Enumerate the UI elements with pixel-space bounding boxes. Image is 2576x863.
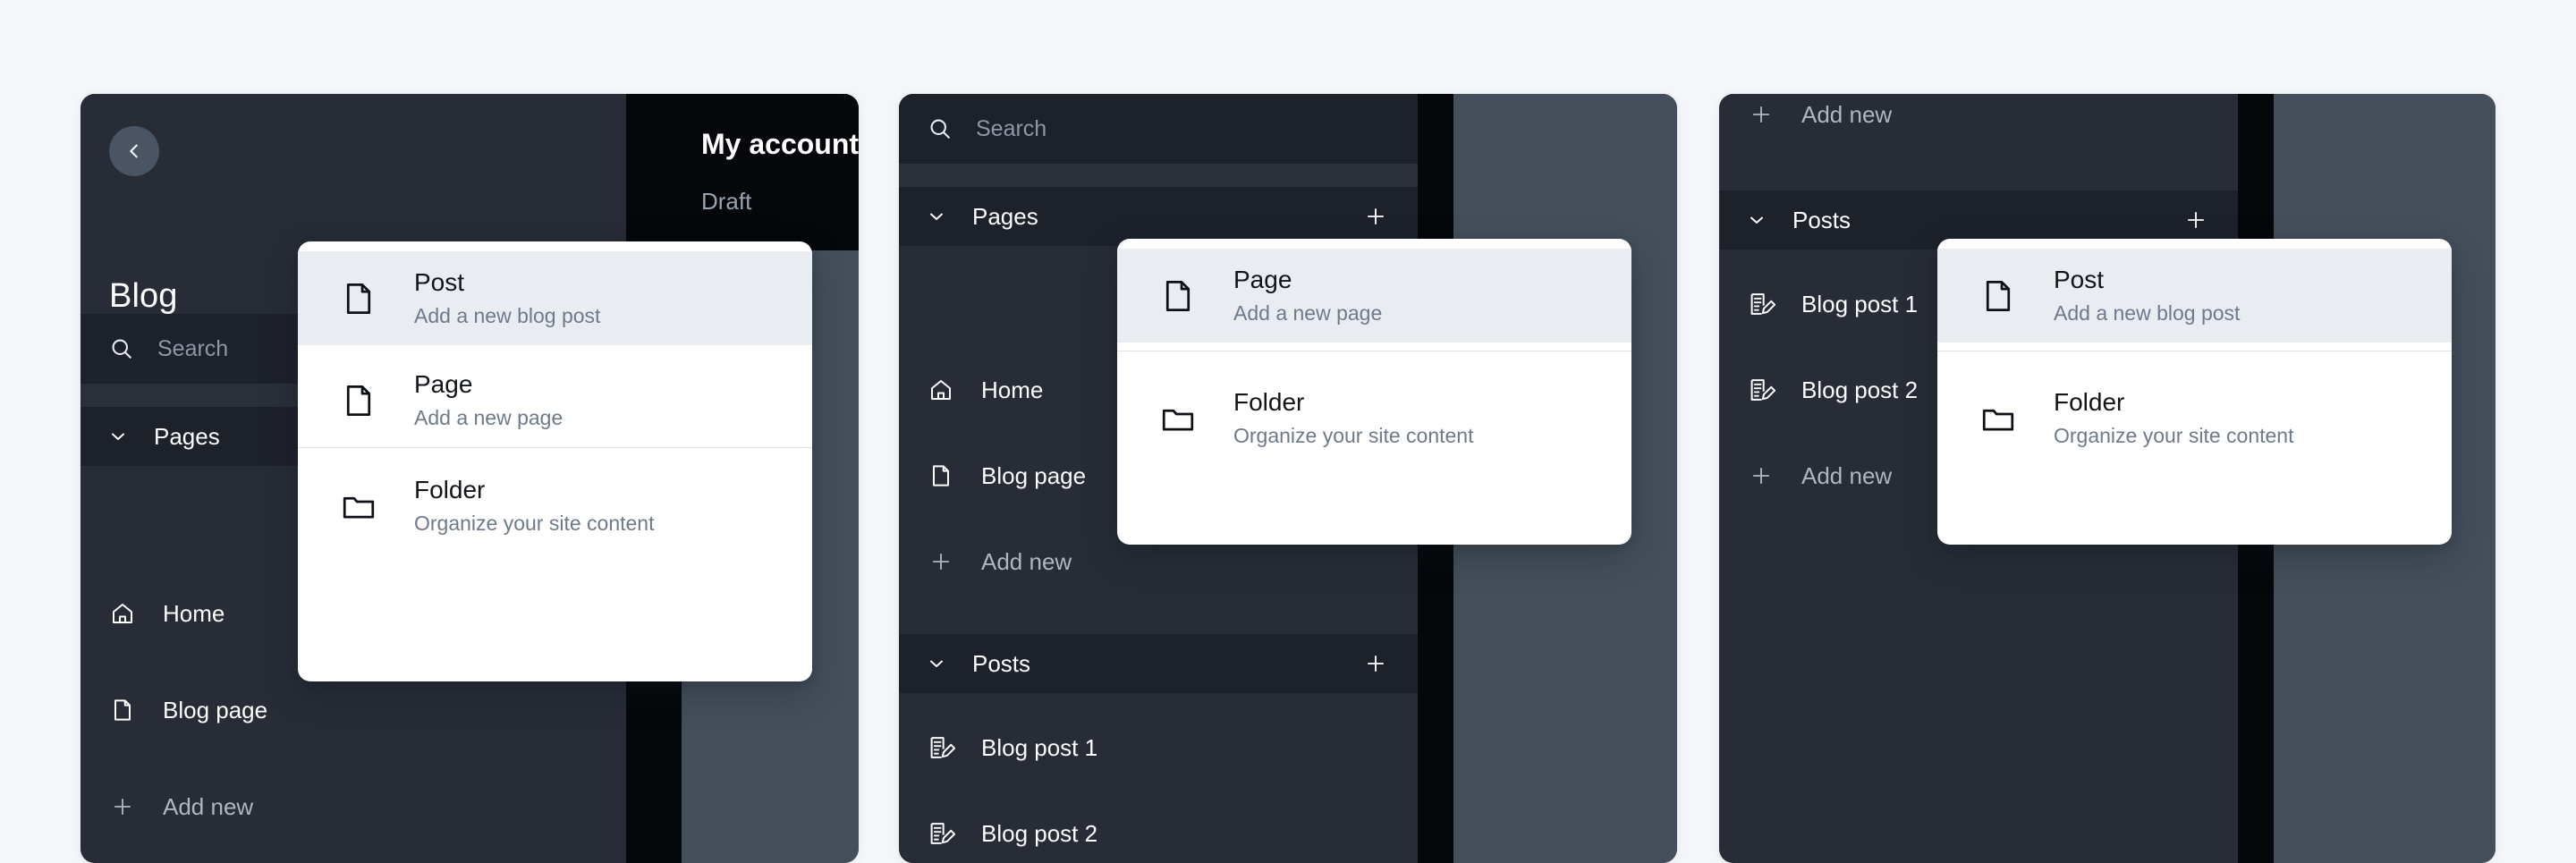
sidebar-item-label: Blog post 1 bbox=[981, 733, 1098, 761]
menu-item-title: Folder bbox=[414, 476, 486, 504]
chevron-down-icon[interactable] bbox=[926, 653, 947, 674]
post-edit-icon bbox=[926, 733, 956, 762]
sidebar-item-blog-post-2[interactable]: Blog post 2 bbox=[899, 806, 1418, 861]
post-edit-icon bbox=[1746, 376, 1776, 404]
sidebar-item-label: Home bbox=[981, 376, 1044, 403]
add-new-menu-panel3[interactable]: Post Add a new blog post Folder Organize… bbox=[1937, 239, 2452, 545]
section-label: Pages bbox=[154, 422, 220, 450]
menu-spacer bbox=[1937, 343, 2452, 351]
section-label: Posts bbox=[1792, 206, 1852, 233]
account-status: Draft bbox=[701, 188, 752, 215]
panel2-divider-band bbox=[899, 164, 1418, 187]
sidebar-item-label: Blog post 1 bbox=[1801, 290, 1919, 317]
plus-icon bbox=[1367, 655, 1385, 673]
sidebar-item-label: Blog post 2 bbox=[1801, 376, 1919, 403]
sidebar-item-label: Blog page bbox=[981, 461, 1087, 489]
menu-item-title: Page bbox=[1233, 266, 1292, 294]
menu-item-page[interactable]: Page Add a new page bbox=[1117, 249, 1631, 343]
menu-item-description: Organize your site content bbox=[414, 512, 655, 536]
sidebar-item-label: Home bbox=[163, 599, 225, 627]
sidebar-item-label: Add new bbox=[1801, 100, 1893, 128]
section-label: Pages bbox=[972, 202, 1038, 230]
menu-item-folder[interactable]: Folder Organize your site content bbox=[298, 459, 812, 553]
page-icon bbox=[1975, 276, 2021, 316]
chevron-down-icon[interactable] bbox=[1746, 209, 1767, 231]
menu-item-title: Folder bbox=[2054, 388, 2125, 417]
menu-separator bbox=[298, 447, 812, 448]
search-icon bbox=[112, 339, 131, 359]
account-name: My account bbox=[701, 128, 859, 160]
sidebar-item-add-new[interactable]: Add new bbox=[80, 779, 626, 834]
page-icon bbox=[107, 697, 138, 723]
page-icon bbox=[926, 462, 956, 489]
page-icon bbox=[335, 381, 382, 420]
folder-icon bbox=[1155, 399, 1201, 438]
menu-item-description: Organize your site content bbox=[1233, 424, 1474, 448]
menu-item-title: Post bbox=[414, 268, 465, 297]
page-icon bbox=[1155, 276, 1201, 316]
section-header-posts[interactable]: Posts bbox=[899, 634, 1418, 693]
menu-item-folder[interactable]: Folder Organize your site content bbox=[1117, 371, 1631, 465]
page-icon bbox=[335, 279, 382, 318]
account-title-row: My account LIVE bbox=[701, 128, 859, 161]
home-icon bbox=[107, 600, 138, 627]
sidebar-item-label: Add new bbox=[1801, 461, 1893, 489]
menu-item-description: Add a new page bbox=[1233, 301, 1383, 326]
search-bar[interactable]: Search bbox=[899, 94, 1418, 164]
plus-icon bbox=[107, 795, 138, 818]
post-edit-icon bbox=[926, 819, 956, 848]
screenshot-stage: Blog Rename Settings Search bbox=[0, 0, 2576, 863]
sidebar-item-add-new-top[interactable]: Add new bbox=[1719, 94, 2238, 142]
section-add-button[interactable] bbox=[1364, 652, 1387, 675]
sidebar-item-blog-page[interactable]: Blog page bbox=[80, 682, 626, 738]
menu-spacer bbox=[298, 345, 812, 353]
section-add-button[interactable] bbox=[1364, 205, 1387, 228]
add-new-menu-panel1[interactable]: Post Add a new blog post Page Add a new … bbox=[298, 241, 812, 681]
section-header-pages[interactable]: Pages bbox=[899, 187, 1418, 246]
back-button[interactable] bbox=[109, 126, 159, 176]
folder-icon bbox=[335, 486, 382, 526]
menu-item-title: Folder bbox=[1233, 388, 1305, 417]
add-new-menu-panel2[interactable]: Page Add a new page Folder Organize your… bbox=[1117, 239, 1631, 545]
menu-item-description: Add a new blog post bbox=[2054, 301, 2241, 326]
plus-icon bbox=[1367, 207, 1385, 225]
search-input[interactable]: Search bbox=[976, 116, 1046, 142]
sidebar-item-blog-post-1[interactable]: Blog post 1 bbox=[899, 720, 1418, 775]
section-add-button[interactable] bbox=[2184, 208, 2207, 232]
plus-icon bbox=[2187, 211, 2205, 229]
menu-item-folder[interactable]: Folder Organize your site content bbox=[1937, 371, 2452, 465]
menu-item-page[interactable]: Page Add a new page bbox=[298, 353, 812, 447]
menu-item-title: Post bbox=[2054, 266, 2105, 294]
chevron-down-icon[interactable] bbox=[107, 426, 129, 447]
page-title: Blog bbox=[109, 277, 178, 315]
menu-item-description: Add a new blog post bbox=[414, 304, 601, 328]
plus-icon bbox=[926, 550, 956, 573]
menu-item-post[interactable]: Post Add a new blog post bbox=[1937, 249, 2452, 343]
sidebar-item-label: Add new bbox=[163, 792, 254, 820]
menu-item-post[interactable]: Post Add a new blog post bbox=[298, 251, 812, 345]
plus-icon bbox=[1746, 103, 1776, 126]
search-icon bbox=[930, 119, 950, 139]
folder-icon bbox=[1975, 399, 2021, 438]
home-icon bbox=[926, 377, 956, 403]
plus-icon bbox=[1746, 464, 1776, 487]
sidebar-item-label: Blog page bbox=[163, 696, 268, 723]
post-edit-icon bbox=[1746, 290, 1776, 318]
sidebar-item-label: Blog post 2 bbox=[981, 819, 1098, 847]
menu-spacer bbox=[1117, 343, 1631, 351]
chevron-left-icon bbox=[130, 144, 138, 158]
chevron-down-icon[interactable] bbox=[926, 206, 947, 227]
section-label: Posts bbox=[972, 649, 1031, 677]
sidebar-item-label: Add new bbox=[981, 547, 1072, 575]
search-input[interactable]: Search bbox=[157, 336, 228, 362]
menu-item-description: Organize your site content bbox=[2054, 424, 2294, 448]
menu-item-description: Add a new page bbox=[414, 406, 564, 430]
menu-item-title: Page bbox=[414, 370, 473, 399]
